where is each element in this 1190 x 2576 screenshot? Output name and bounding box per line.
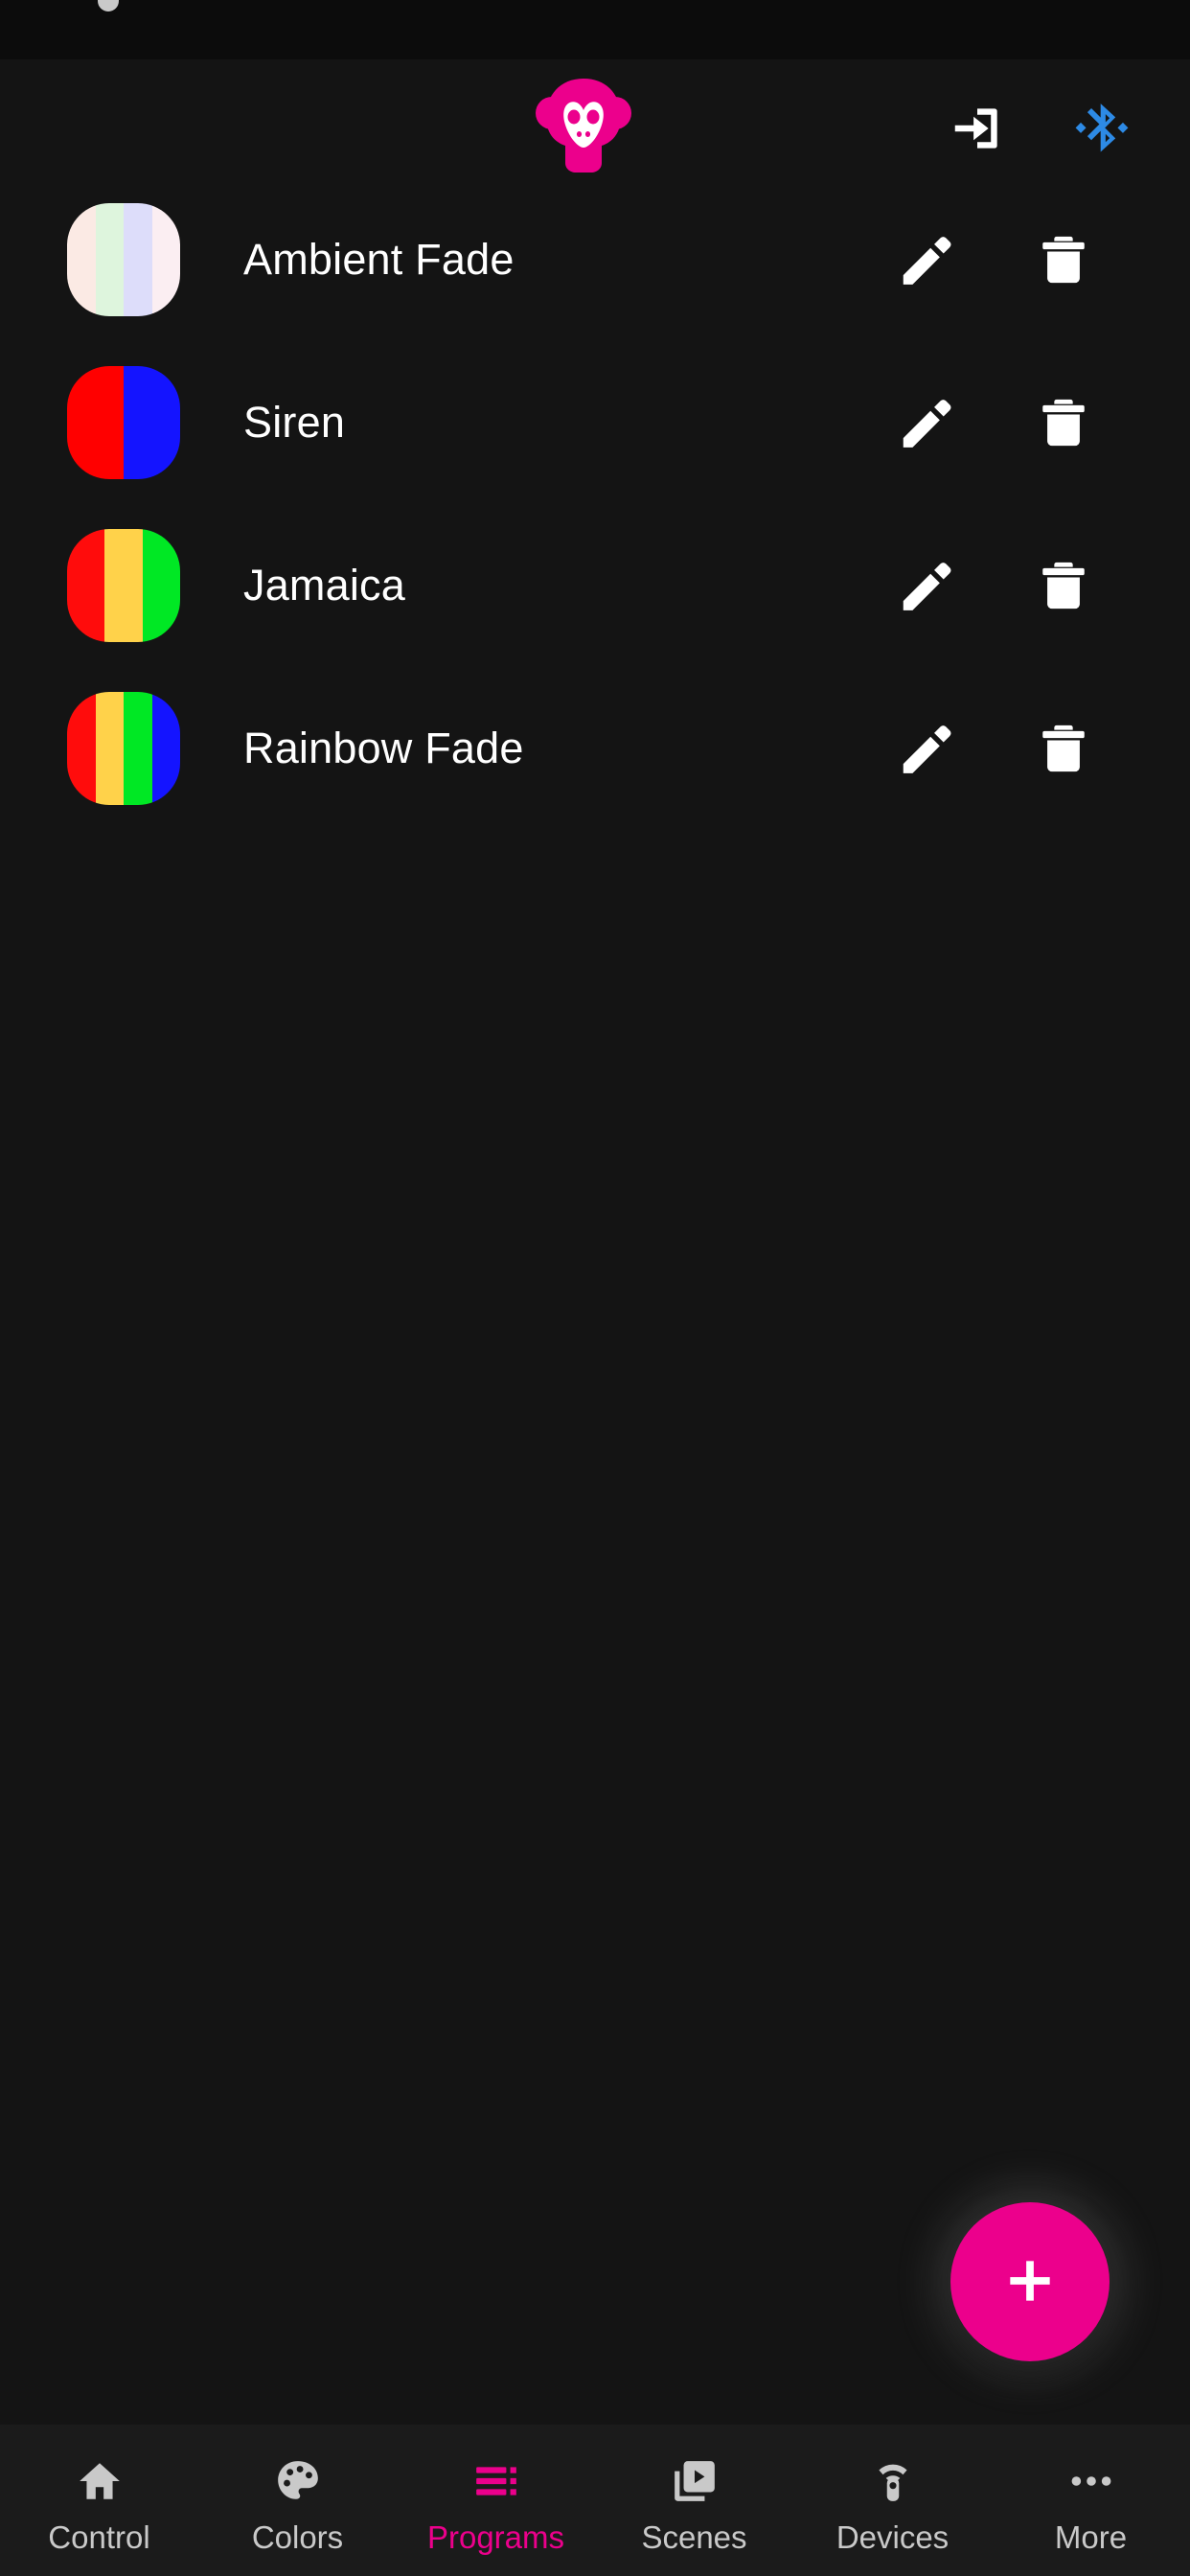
nav-label: More	[1054, 2518, 1128, 2555]
table-row[interactable]: Ambient Fade	[0, 178, 1190, 341]
nav-item-programs[interactable]: Programs	[397, 2425, 595, 2576]
row-actions	[880, 540, 1110, 632]
nav-label: Programs	[426, 2518, 565, 2555]
delete-trash-icon[interactable]	[1018, 377, 1110, 469]
nav-item-colors[interactable]: Colors	[198, 2425, 397, 2576]
table-row[interactable]: Jamaica	[0, 504, 1190, 667]
bluetooth-icon[interactable]	[1067, 94, 1136, 163]
nav-label: Colors	[251, 2518, 344, 2555]
delete-trash-icon[interactable]	[1018, 214, 1110, 306]
row-actions	[880, 214, 1110, 306]
edit-pencil-icon[interactable]	[880, 702, 972, 794]
bottom-navigation: Control Colors Programs Scenes Devices M…	[0, 2425, 1190, 2576]
edit-pencil-icon[interactable]	[880, 377, 972, 469]
edit-pencil-icon[interactable]	[880, 540, 972, 632]
program-name: Rainbow Fade	[243, 724, 524, 772]
nav-item-scenes[interactable]: Scenes	[595, 2425, 793, 2576]
remote-signal-icon	[869, 2454, 917, 2508]
program-color-swatch	[67, 692, 180, 805]
table-row[interactable]: Rainbow Fade	[0, 667, 1190, 830]
nav-item-more[interactable]: More	[992, 2425, 1190, 2576]
nav-label: Devices	[835, 2518, 950, 2555]
video-library-icon	[671, 2454, 719, 2508]
program-name: Ambient Fade	[243, 235, 515, 284]
app-bar	[0, 59, 1190, 176]
nav-label: Scenes	[641, 2518, 747, 2555]
programs-list: Ambient Fade Siren Jamaica Rainbow Fade	[0, 176, 1190, 2425]
playlist-icon	[472, 2454, 520, 2508]
program-name: Siren	[243, 398, 346, 447]
delete-trash-icon[interactable]	[1018, 540, 1110, 632]
add-program-fab[interactable]	[950, 2202, 1110, 2361]
row-actions	[880, 377, 1110, 469]
edit-pencil-icon[interactable]	[880, 214, 972, 306]
delete-trash-icon[interactable]	[1018, 702, 1110, 794]
table-row[interactable]: Siren	[0, 341, 1190, 504]
monkey-logo-icon	[533, 75, 634, 176]
plus-icon	[1000, 2251, 1060, 2313]
program-color-swatch	[67, 203, 180, 316]
program-name: Jamaica	[243, 561, 405, 610]
nav-item-devices[interactable]: Devices	[793, 2425, 992, 2576]
palette-icon	[274, 2454, 322, 2508]
login-icon[interactable]	[943, 94, 1012, 163]
status-bar-indicator-icon	[98, 0, 119, 12]
row-actions	[880, 702, 1110, 794]
nav-item-control[interactable]: Control	[0, 2425, 198, 2576]
program-color-swatch	[67, 366, 180, 479]
nav-label: Control	[48, 2518, 150, 2555]
status-bar	[0, 0, 1190, 59]
program-color-swatch	[67, 529, 180, 642]
app-root: Ambient Fade Siren Jamaica Rainbow Fade …	[0, 0, 1190, 2576]
home-icon	[76, 2454, 124, 2508]
more-horizontal-icon	[1067, 2454, 1115, 2508]
